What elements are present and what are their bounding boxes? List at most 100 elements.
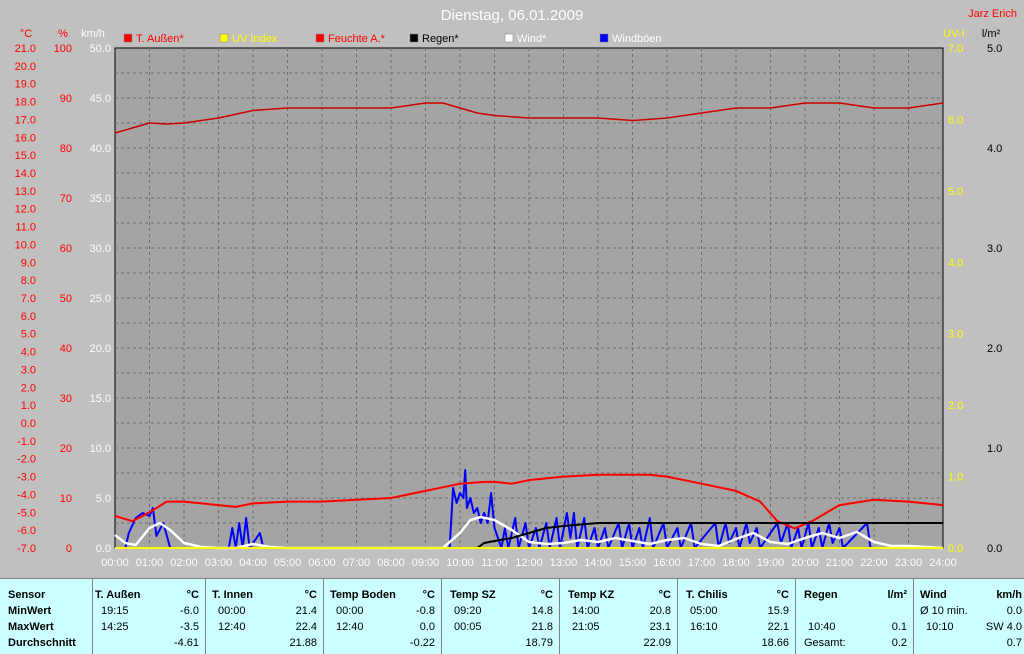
- kmh-tick-label: 0.0: [96, 543, 111, 555]
- x-tick-label: 19:00: [757, 557, 785, 569]
- x-tick-label: 04:00: [239, 557, 267, 569]
- temp-tick-label: 6.0: [21, 311, 36, 323]
- regen-max-time: 10:40: [808, 621, 836, 633]
- stats-col-regen: Regen l/m² 10:40 0.1 Gesamt: 0.2: [795, 579, 913, 654]
- temp-tick-label: 16.0: [15, 132, 36, 144]
- pct-tick-label: 30: [60, 393, 72, 405]
- chart-title: Dienstag, 06.01.2009: [441, 7, 584, 24]
- temp-tick-label: 7.0: [21, 293, 36, 305]
- x-tick-label: 14:00: [584, 557, 612, 569]
- temp-tick-label: 3.0: [21, 364, 36, 376]
- t-kz-max: 23.1: [649, 621, 671, 633]
- stats-col-t-sz: Temp SZ °C 09:20 14.8 00:05 21.8 18.79: [441, 579, 559, 654]
- temp-tick-label: 2.0: [21, 382, 36, 394]
- kmh-tick-label: 40.0: [90, 143, 111, 155]
- x-tick-label: 08:00: [377, 557, 405, 569]
- t-sz-avg: 18.79: [525, 637, 553, 649]
- x-tick-label: 11:00: [481, 557, 508, 569]
- temp-tick-label: 20.0: [15, 61, 36, 73]
- t-boden-max: 0.0: [419, 621, 435, 633]
- min-label: MinWert: [8, 605, 52, 617]
- wind-name: Wind: [920, 589, 947, 601]
- legend-label: Windböen: [612, 33, 662, 45]
- legend-label: Wind*: [517, 33, 547, 45]
- uv-tick-label: 3.0: [948, 329, 963, 341]
- temp-unit: °C: [20, 28, 32, 40]
- t-aussen-min-time: 19:15: [101, 605, 129, 617]
- x-tick-label: 23:00: [895, 557, 923, 569]
- sensor-header: Sensor: [8, 589, 46, 601]
- stats-col-t-kz: Temp KZ °C 14:00 20.8 21:05 23.1 22.09: [559, 579, 677, 654]
- legend-label: Regen*: [422, 33, 459, 45]
- max-label: MaxWert: [8, 621, 54, 633]
- t-innen-max: 22.4: [295, 621, 317, 633]
- x-tick-label: 00:00: [101, 557, 129, 569]
- temp-tick-label: 0.0: [21, 418, 36, 430]
- kmh-tick-label: 35.0: [90, 193, 111, 205]
- temp-tick-label: 12.0: [15, 204, 36, 216]
- t-aussen-max: -3.5: [180, 621, 199, 633]
- pct-tick-label: 80: [60, 143, 72, 155]
- t-innen-unit: °C: [304, 589, 317, 601]
- stats-col-t-innen: T. Innen °C 00:00 21.4 12:40 22.4 21.88: [205, 579, 323, 654]
- regen-avg: 0.2: [891, 637, 907, 649]
- t-aussen-unit: °C: [186, 589, 199, 601]
- t-boden-max-time: 12:40: [336, 621, 364, 633]
- t-innen-avg: 21.88: [289, 637, 317, 649]
- t-boden-min-time: 00:00: [336, 605, 364, 617]
- temp-tick-label: -2.0: [17, 454, 36, 466]
- rain-tick-label: 1.0: [987, 443, 1002, 455]
- rain-unit: l/m²: [982, 28, 1001, 40]
- legend-label: T. Außen*: [136, 33, 184, 45]
- rain-tick-label: 3.0: [987, 243, 1002, 255]
- x-tick-label: 20:00: [791, 557, 819, 569]
- pct-tick-label: 70: [60, 193, 72, 205]
- temp-tick-label: -6.0: [17, 525, 36, 537]
- x-tick-label: 22:00: [860, 557, 888, 569]
- legend-swatch: [504, 33, 514, 43]
- pct-tick-label: 10: [60, 493, 72, 505]
- pct-tick-label: 50: [60, 293, 72, 305]
- temp-tick-label: -7.0: [17, 543, 36, 555]
- legend-swatch: [123, 33, 133, 43]
- t-innen-max-time: 12:40: [218, 621, 246, 633]
- x-tick-label: 17:00: [688, 557, 716, 569]
- temp-tick-label: -3.0: [17, 472, 36, 484]
- t-kz-name: Temp KZ: [568, 589, 615, 601]
- uv-tick-label: 1.0: [948, 472, 963, 484]
- uv-unit: UV-I: [943, 28, 964, 40]
- legend-label: Feuchte A.*: [328, 33, 386, 45]
- uv-tick-label: 5.0: [948, 186, 963, 198]
- wind-min-label: Ø 10 min.: [920, 605, 968, 617]
- stats-col-sensor: Sensor MinWert MaxWert Durchschnitt: [0, 579, 92, 654]
- t-kz-avg: 22.09: [643, 637, 671, 649]
- rain-tick-label: 4.0: [987, 143, 1002, 155]
- kmh-tick-label: 5.0: [96, 493, 111, 505]
- pct-tick-label: 90: [60, 93, 72, 105]
- kmh-tick-label: 15.0: [90, 393, 111, 405]
- t-chilis-name: T. Chilis: [686, 589, 728, 601]
- temp-tick-label: 15.0: [15, 150, 36, 162]
- legend-swatch: [315, 33, 325, 43]
- uv-tick-label: 6.0: [948, 114, 963, 126]
- t-kz-unit: °C: [658, 589, 671, 601]
- t-innen-min-time: 00:00: [218, 605, 246, 617]
- wind-min: 0.0: [1006, 605, 1022, 617]
- x-tick-label: 01:00: [136, 557, 164, 569]
- kmh-unit: km/h: [81, 28, 105, 40]
- x-tick-label: 03:00: [205, 557, 233, 569]
- t-boden-min: -0.8: [416, 605, 435, 617]
- legend-swatch: [409, 33, 419, 43]
- regen-name: Regen: [804, 589, 838, 601]
- legend-label: UV Index: [232, 33, 278, 45]
- rain-tick-label: 2.0: [987, 343, 1002, 355]
- legend-swatch: [599, 33, 609, 43]
- kmh-tick-label: 50.0: [90, 43, 111, 55]
- temp-tick-label: 1.0: [21, 400, 36, 412]
- x-tick-label: 24:00: [929, 557, 957, 569]
- legend-swatch: [219, 33, 229, 43]
- pct-unit: %: [58, 28, 68, 40]
- pct-tick-label: 0: [66, 543, 72, 555]
- t-aussen-avg: -4.61: [173, 637, 199, 649]
- temp-tick-label: -1.0: [17, 436, 36, 448]
